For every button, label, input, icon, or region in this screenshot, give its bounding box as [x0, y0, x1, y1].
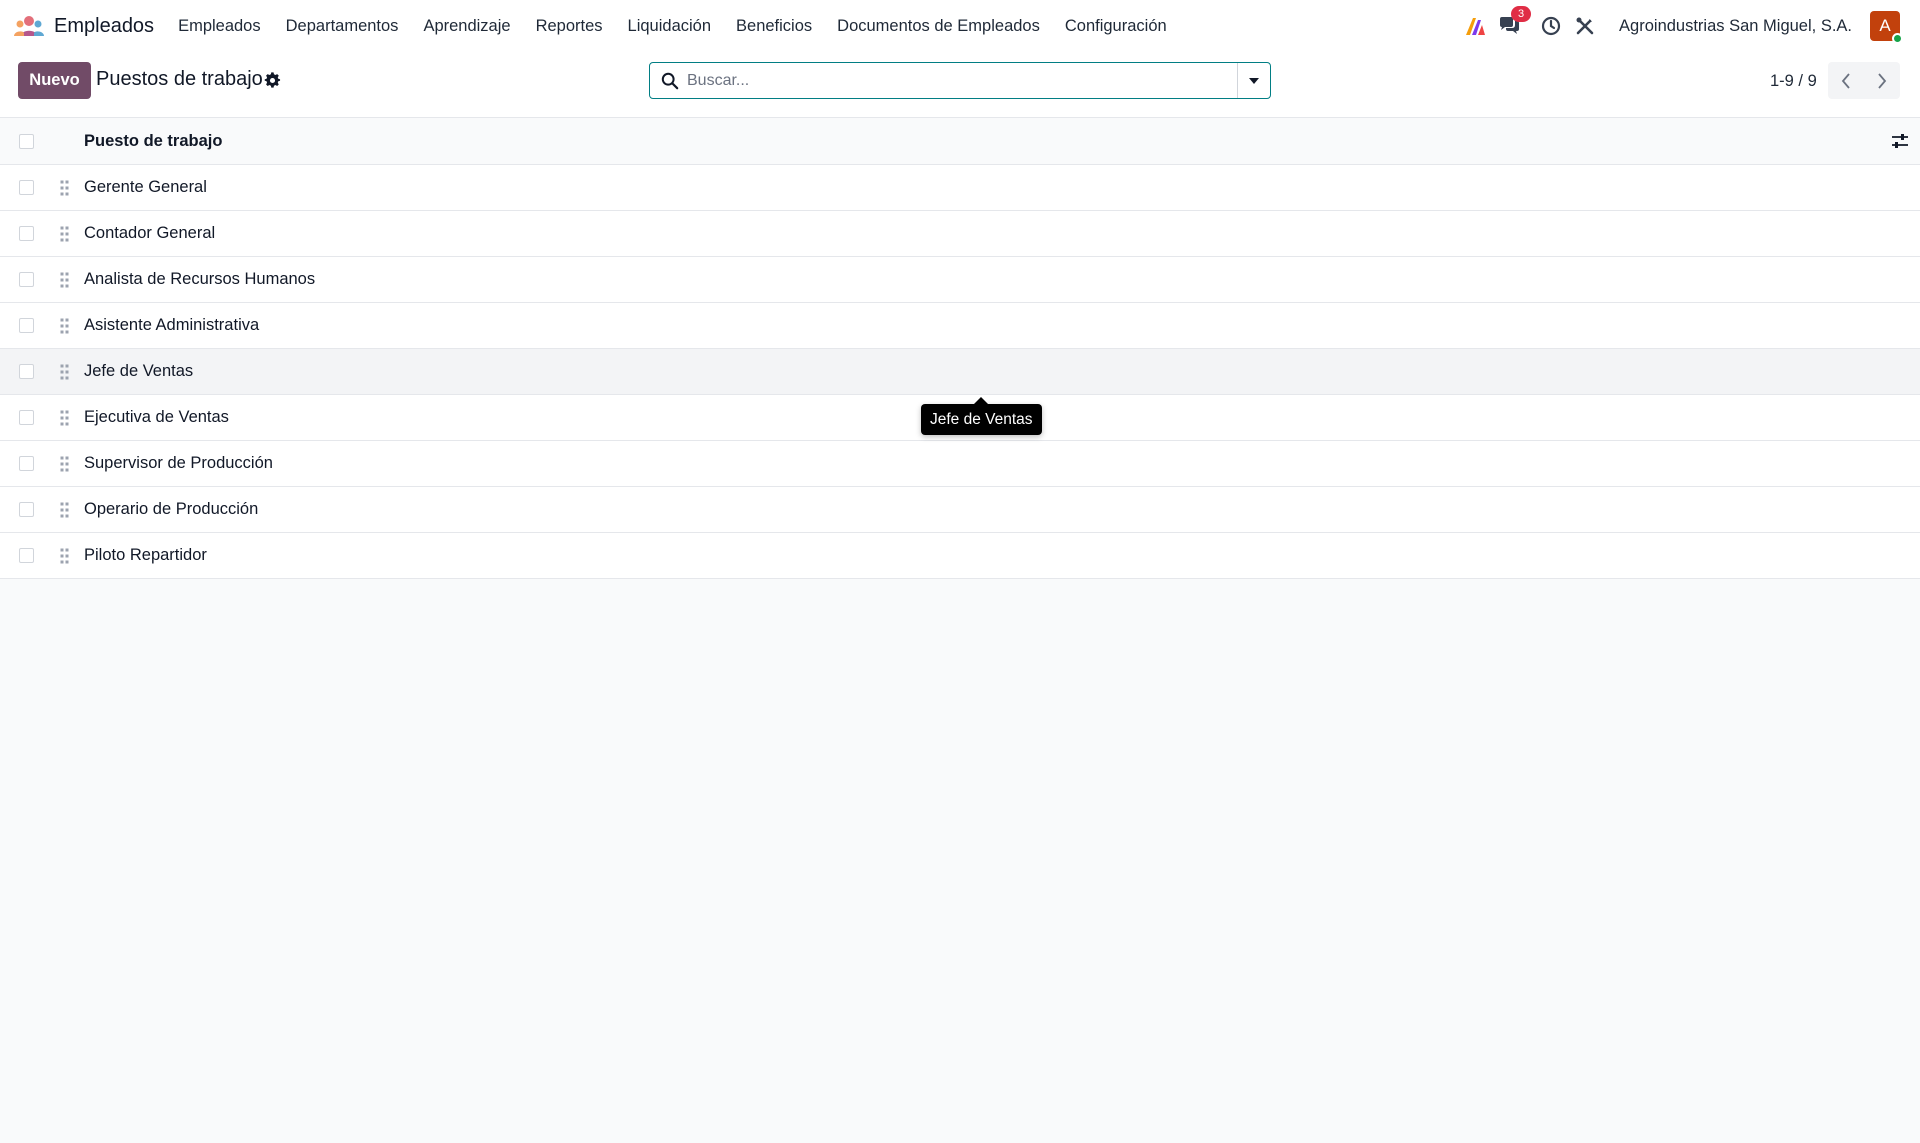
row-job-title: Analista de Recursos Humanos — [84, 270, 316, 288]
pager-next-button[interactable] — [1864, 62, 1900, 99]
drag-handle-icon[interactable] — [60, 226, 70, 242]
menu-item-reportes[interactable]: Reportes — [536, 17, 603, 36]
chevron-right-icon — [1878, 72, 1887, 89]
row-job-title: Contador General — [84, 224, 216, 242]
gear-icon[interactable] — [264, 72, 281, 89]
drag-handle-icon[interactable] — [60, 180, 70, 196]
search-input[interactable] — [687, 64, 1237, 97]
table-row[interactable]: Piloto Repartidor — [0, 533, 1920, 579]
control-panel: Nuevo Puestos de trabajo 1-9 / 9 — [0, 52, 1920, 118]
menu-item-empleados[interactable]: Empleados — [178, 17, 261, 36]
table-row[interactable]: Contador General — [0, 211, 1920, 257]
drag-handle-icon[interactable] — [60, 318, 70, 334]
user-avatar[interactable]: A — [1870, 11, 1903, 44]
list-header: Puesto de trabajo — [0, 118, 1920, 165]
row-checkbox[interactable] — [19, 548, 34, 563]
tooltip: Jefe de Ventas — [921, 397, 1042, 435]
table-row[interactable]: Asistente Administrativa — [0, 303, 1920, 349]
messages-badge: 3 — [1511, 6, 1532, 22]
menu-item-configuracion[interactable]: Configuración — [1065, 17, 1167, 36]
row-job-title: Gerente General — [84, 178, 207, 196]
menu-item-liquidacion[interactable]: Liquidación — [628, 17, 711, 36]
pager-previous-button[interactable] — [1828, 62, 1864, 99]
sliders-icon[interactable] — [1891, 132, 1909, 150]
app-logo-icon — [14, 16, 44, 36]
row-checkbox[interactable] — [19, 364, 34, 379]
drag-handle-icon[interactable] — [60, 410, 70, 426]
table-row[interactable]: Gerente General — [0, 165, 1920, 211]
drag-handle-icon[interactable] — [60, 364, 70, 380]
row-checkbox[interactable] — [19, 272, 34, 287]
table-row[interactable]: Analista de Recursos Humanos — [0, 257, 1920, 303]
row-job-title: Operario de Producción — [84, 500, 259, 518]
table-row[interactable]: Supervisor de Producción — [0, 441, 1920, 487]
drag-handle-icon[interactable] — [60, 272, 70, 288]
tools-icon[interactable] — [1573, 14, 1597, 38]
avatar-letter: A — [1879, 16, 1891, 35]
presence-indicator — [1892, 33, 1903, 44]
navbar-systray: 3 Agroindustrias San Miguel, S.A. A — [1463, 0, 1920, 52]
drag-handle-icon[interactable] — [60, 502, 70, 518]
page-title: Puestos de trabajo — [96, 68, 263, 90]
row-job-title: Supervisor de Producción — [84, 454, 273, 472]
menu-item-departamentos[interactable]: Departamentos — [286, 17, 399, 36]
row-job-title: Ejecutiva de Ventas — [84, 408, 229, 426]
row-checkbox[interactable] — [19, 410, 34, 425]
row-job-title: Jefe de Ventas — [84, 362, 194, 380]
job-positions-list: Puesto de trabajo Gerente General Contado… — [0, 118, 1920, 579]
pager-value[interactable]: 1-9 / 9 — [1770, 72, 1817, 91]
main-menu: Empleados Departamentos Aprendizaje Repo… — [178, 17, 1192, 36]
top-navbar: Empleados Empleados Departamentos Aprend… — [0, 0, 1920, 52]
row-checkbox[interactable] — [19, 318, 34, 333]
row-checkbox[interactable] — [19, 502, 34, 517]
drag-handle-icon[interactable] — [60, 548, 70, 564]
menu-item-beneficios[interactable]: Beneficios — [736, 17, 812, 36]
row-job-title: Asistente Administrativa — [84, 316, 260, 334]
drag-handle-icon[interactable] — [60, 456, 70, 472]
search-bar — [649, 62, 1271, 99]
row-checkbox[interactable] — [19, 226, 34, 241]
ai-icon[interactable] — [1463, 14, 1487, 38]
row-checkbox[interactable] — [19, 180, 34, 195]
menu-item-documentos[interactable]: Documentos de Empleados — [837, 17, 1040, 36]
chat-icon[interactable]: 3 — [1497, 6, 1532, 38]
clock-icon[interactable] — [1539, 14, 1563, 38]
search-icon — [661, 72, 679, 89]
chevron-left-icon — [1841, 72, 1850, 89]
company-name[interactable]: Agroindustrias San Miguel, S.A. — [1619, 17, 1852, 36]
table-row[interactable]: Operario de Producción — [0, 487, 1920, 533]
row-job-title: Piloto Repartidor — [84, 546, 207, 564]
new-button[interactable]: Nuevo — [18, 62, 91, 99]
search-options-toggle[interactable] — [1237, 63, 1270, 98]
menu-item-aprendizaje[interactable]: Aprendizaje — [423, 17, 510, 36]
table-row[interactable]: Jefe de Ventas — [0, 349, 1920, 395]
app-name: Empleados — [54, 14, 155, 37]
list-body: Gerente General Contador General Analista … — [0, 165, 1920, 579]
select-all-checkbox[interactable] — [19, 133, 34, 149]
column-header-puesto[interactable]: Puesto de trabajo — [84, 132, 222, 151]
row-checkbox[interactable] — [19, 456, 34, 471]
caret-down-icon — [1249, 77, 1259, 84]
app-brand[interactable]: Empleados — [14, 0, 154, 52]
